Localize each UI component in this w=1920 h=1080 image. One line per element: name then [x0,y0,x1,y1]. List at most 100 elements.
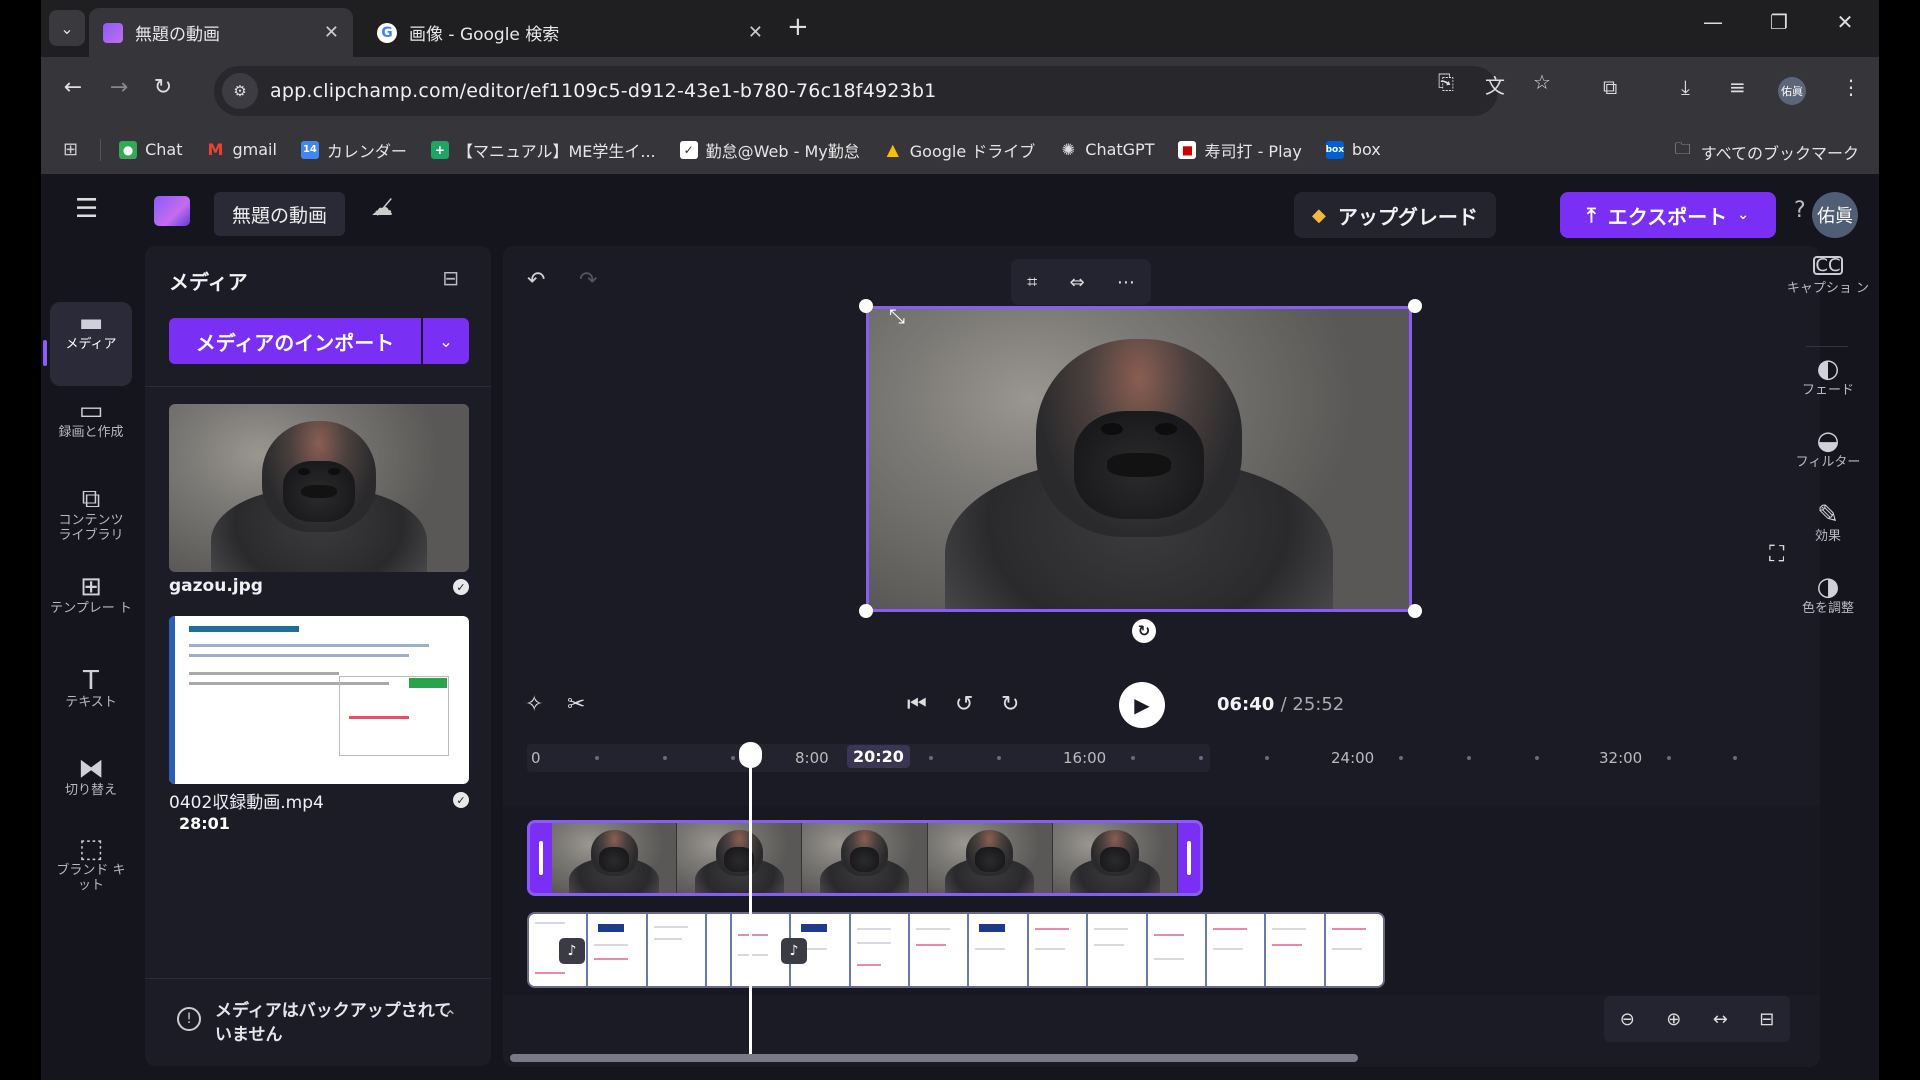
translate-icon[interactable]: 文 [1485,70,1505,99]
extensions-icon[interactable]: ⧉ [1603,75,1617,99]
forward-5s-icon[interactable]: ↻ [1001,692,1019,717]
skip-to-start-icon[interactable]: ⏮ [907,692,927,717]
resize-handle[interactable] [1408,299,1422,313]
back-icon[interactable]: ← [57,75,89,100]
media-panel-title: メディア [169,270,248,294]
sidebar-item-label: コンテンツ ライブラリ [58,513,124,543]
ai-magic-icon[interactable]: ✧ [525,692,543,717]
close-window-icon[interactable]: ✕ [1825,10,1865,34]
fullscreen-icon[interactable]: ⛶ [1769,542,1784,567]
bookmark-box[interactable]: box box [1326,140,1381,159]
export-button[interactable]: ⤒ エクスポート ⌄ [1560,192,1776,238]
sidebar-item-filters[interactable]: ◒ フィルター [1782,428,1874,470]
bookmark-attendance[interactable]: ✓ 勤怠@Web - My勤怠 [679,138,860,162]
resize-handle[interactable] [1408,604,1422,618]
playhead[interactable] [739,742,762,1060]
trim-handle-left[interactable] [530,823,552,893]
zoom-in-icon[interactable]: ⊕ [1666,1009,1681,1030]
video-clip[interactable]: ♪ ♪ [527,912,1385,988]
ruler-tick [1131,756,1135,760]
bookmark-calendar[interactable]: 14 カレンダー [300,138,407,162]
media-thumbnail-image[interactable] [169,404,469,572]
audio-speaker-icon[interactable]: ♪ [559,938,585,964]
restore-icon[interactable]: ❐ [1759,10,1799,34]
sidebar-item-color-adjust[interactable]: ◑ 色を調整 [1782,574,1874,616]
resize-handle[interactable] [859,299,873,313]
project-title[interactable]: 無題の動画 [214,192,346,236]
bookmark-star-icon[interactable]: ☆ [1533,70,1551,94]
backup-notice[interactable]: ! メディアはバックアップされていません ⌃ [145,978,491,1066]
audio-speaker-icon[interactable]: ♪ [781,938,807,964]
undo-icon[interactable]: ↶ [527,268,545,293]
sidebar-item-record[interactable]: ▭ 録画と作成 [50,398,132,440]
tab-untitled-video[interactable]: 無題の動画 ✕ [89,8,353,57]
sidebar-item-captions[interactable]: CC キャプショ ン [1782,256,1874,296]
timeline-scrollbar[interactable] [510,1054,1358,1062]
tab-search-icon[interactable]: ⌄ [49,10,85,46]
sidebar-item-label: 効果 [1814,529,1841,544]
rewind-5s-icon[interactable]: ↺ [955,692,973,717]
tab-google-search[interactable]: G 画像 - Google 検索 ✕ [363,8,777,57]
more-options-icon[interactable]: ⋯ [1117,272,1135,293]
avatar[interactable]: 佑眞 [1812,192,1858,238]
forward-icon[interactable]: → [103,75,135,100]
sidebar-item-transitions[interactable]: ⧓ 切り替え [50,756,132,798]
all-bookmarks[interactable]: 🗀 すべてのブックマーク [1675,138,1859,165]
rotate-handle-icon[interactable]: ↻ [1132,619,1156,643]
url-text: app.clipchamp.com/editor/ef1109c5-d912-4… [270,80,937,102]
hamburger-menu-icon[interactable]: ☰ [75,194,98,224]
browser-window: ⌄ 無題の動画 ✕ G 画像 - Google 検索 ✕ + — ❐ ✕ ← →… [41,0,1879,1080]
collapse-panel-icon[interactable]: ⊟ [442,266,459,290]
fit-icon[interactable]: ⇔ [1070,272,1085,293]
media-filename: gazou.jpg [169,576,263,596]
menu-kebab-icon[interactable]: ⋮ [1841,75,1861,99]
sidebar-item-templates[interactable]: ⊞ テンプレー ト [50,574,132,616]
bookmark-gmail[interactable]: Mgmail [206,140,277,159]
bookmark-sushida[interactable]: ■ 寿司打 - Play [1178,138,1302,162]
redo-icon[interactable]: ↷ [579,268,597,293]
close-tab-icon[interactable]: ✕ [324,22,339,43]
crop-icon[interactable]: ⌗ [1027,272,1037,293]
minimize-icon[interactable]: — [1693,10,1733,34]
timeline-ruler[interactable]: 0 8:00 20:20 16:00 24:00 32:00 [527,744,1796,772]
video-preview[interactable] [866,306,1412,612]
browser-toolbar: ← → ↻ ⚙ app.clipchamp.com/editor/ef1109c… [41,57,1879,125]
reload-icon[interactable]: ↻ [147,75,179,100]
resize-handle[interactable] [859,604,873,618]
backup-off-icon[interactable]: ☁̸ [371,196,393,221]
zoom-out-icon[interactable]: ⊖ [1620,1009,1635,1030]
downloads-icon[interactable]: ⤓ [1681,75,1690,99]
timeline-layout-icon[interactable]: ⊟ [1759,1009,1774,1030]
site-info-icon[interactable]: ⚙ [222,73,258,109]
media-thumbnail-video[interactable] [169,616,469,784]
chevron-up-icon[interactable]: ⌃ [444,1007,457,1026]
ruler-label: 24:00 [1331,749,1375,767]
close-tab-icon[interactable]: ✕ [748,22,763,43]
bookmark-chat[interactable]: ● Chat [119,140,182,159]
play-button[interactable]: ▶ [1119,682,1165,728]
bookmark-drive[interactable]: ▲ Google ドライブ [884,138,1036,162]
trim-handle-right[interactable] [1178,823,1200,893]
upgrade-button[interactable]: ◆ アップグレード [1294,192,1496,238]
sidebar-item-content-library[interactable]: ⧉ コンテンツ ライブラリ [50,486,132,543]
media-controls-icon[interactable]: ≡ [1729,75,1746,99]
install-app-icon[interactable]: ⎘ [1438,70,1454,94]
image-clip[interactable] [527,820,1203,896]
bookmark-manual[interactable]: + 【マニュアル】ME学生イ... [430,138,656,162]
bookmark-chatgpt[interactable]: ✺ ChatGPT [1059,140,1155,159]
profile-icon[interactable]: 佑眞 [1778,77,1806,105]
apps-grid-icon[interactable]: ⊞ [63,139,78,160]
import-dropdown-chevron-icon[interactable]: ⌄ [423,318,469,364]
split-scissors-icon[interactable]: ✂ [567,692,585,717]
sidebar-item-media[interactable]: ▬ メディア [50,302,132,386]
help-icon[interactable]: ? [1794,198,1806,223]
sidebar-item-brand-kit[interactable]: ⬚ ブランド キット [50,836,132,893]
sidebar-item-fade[interactable]: ◐ フェード [1782,356,1874,398]
address-bar[interactable]: ⚙ app.clipchamp.com/editor/ef1109c5-d912… [214,66,1498,116]
new-tab-icon[interactable]: + [787,12,809,42]
import-media-button[interactable]: メディアのインポート [169,318,421,364]
clipchamp-logo[interactable] [154,196,190,226]
sidebar-item-text[interactable]: T テキスト [50,668,132,710]
sidebar-item-effects[interactable]: ✎ 効果 [1782,502,1874,544]
fit-timeline-icon[interactable]: ↔ [1713,1009,1728,1030]
